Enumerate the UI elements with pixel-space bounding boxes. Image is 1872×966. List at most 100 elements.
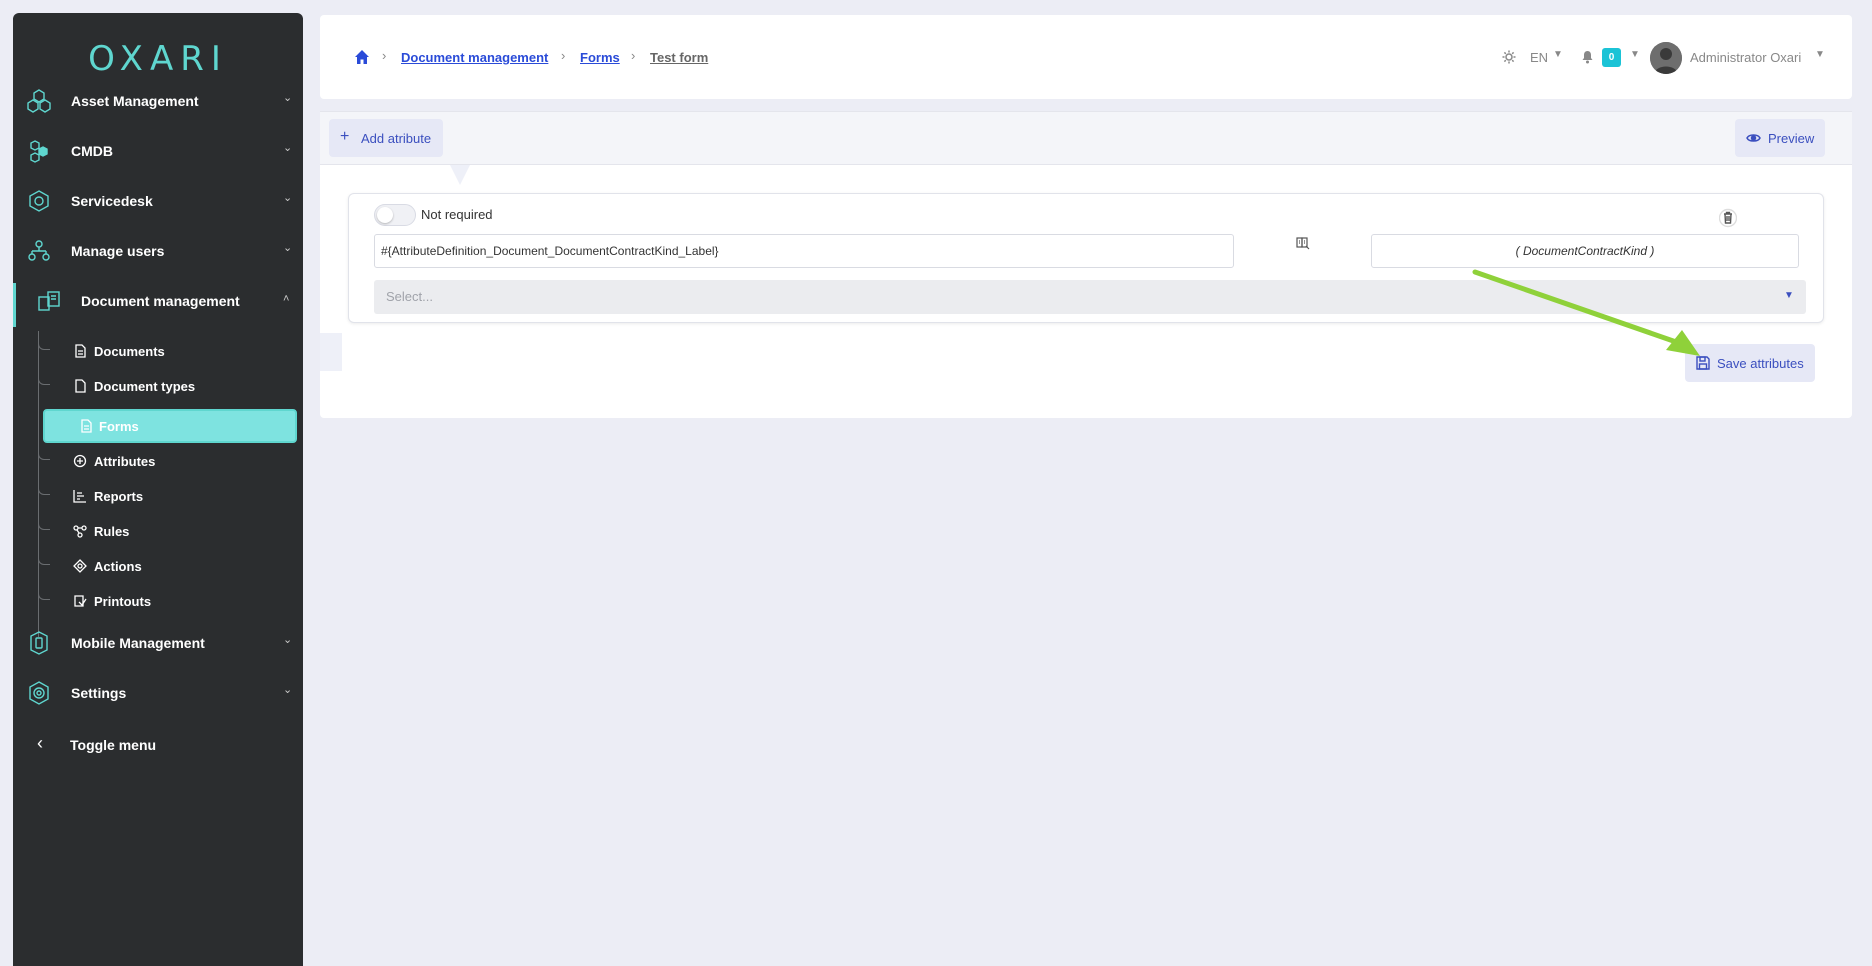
chevron-down-icon: ⌄ bbox=[283, 242, 293, 254]
sidebar-subitem-label: Reports bbox=[94, 489, 144, 504]
attribute-label-input[interactable]: #{AttributeDefinition_Document_DocumentC… bbox=[374, 234, 1234, 268]
sidebar-item-settings[interactable]: Settings ⌄ bbox=[13, 671, 303, 715]
sidebar-subitem-label: Documents bbox=[94, 344, 165, 359]
form-icon bbox=[81, 419, 92, 433]
hexagons-icon bbox=[27, 89, 51, 113]
tree-elbow bbox=[38, 483, 50, 495]
toggle-menu-button[interactable]: ‹ Toggle menu bbox=[13, 722, 303, 766]
settings-gear-icon bbox=[29, 681, 49, 705]
sidebar-subitem-printouts[interactable]: Printouts bbox=[38, 586, 303, 616]
preview-button[interactable]: Preview bbox=[1735, 119, 1825, 157]
actions-icon bbox=[73, 559, 87, 573]
breadcrumb-document-management[interactable]: Document management bbox=[401, 50, 548, 65]
preview-label: Preview bbox=[1768, 131, 1815, 146]
tree-elbow bbox=[38, 448, 50, 460]
chevron-down-icon: ⌄ bbox=[283, 634, 293, 646]
attribute-value-select[interactable]: Select... bbox=[374, 280, 1806, 314]
sidebar-subitem-label: Actions bbox=[94, 559, 142, 574]
document-icon bbox=[75, 344, 86, 358]
home-icon[interactable] bbox=[354, 49, 370, 65]
translation-icon[interactable] bbox=[1296, 236, 1310, 250]
decorative-tab bbox=[450, 165, 470, 185]
sidebar-item-document-management[interactable]: Document management ˄ bbox=[13, 279, 303, 323]
required-label: Not required bbox=[421, 207, 493, 222]
sidebar-subitem-label: Rules bbox=[94, 524, 130, 539]
chevron-down-icon: ⌄ bbox=[283, 92, 293, 104]
caret-down-icon[interactable]: ▼ bbox=[1815, 49, 1825, 60]
avatar[interactable] bbox=[1650, 42, 1682, 74]
rules-icon bbox=[73, 525, 87, 538]
add-attribute-button[interactable]: + Add atribute bbox=[329, 119, 443, 157]
sidebar-item-label: CMDB bbox=[71, 143, 113, 159]
plus-icon: + bbox=[340, 128, 350, 145]
floppy-disk-icon bbox=[1696, 356, 1710, 370]
chevron-down-icon: ⌄ bbox=[283, 192, 293, 204]
documents-icon bbox=[38, 291, 60, 311]
servicedesk-icon bbox=[29, 190, 49, 212]
collapsed-panel-tab bbox=[320, 333, 342, 371]
sidebar-subitem-rules[interactable]: Rules bbox=[38, 516, 303, 546]
document-type-icon bbox=[75, 379, 86, 393]
sidebar-item-manage-users[interactable]: Manage users ⌄ bbox=[13, 229, 303, 273]
sidebar-item-label: Servicedesk bbox=[71, 193, 153, 209]
tree-elbow bbox=[38, 518, 50, 530]
chevron-left-icon: ‹ bbox=[37, 733, 43, 753]
add-attribute-label: Add atribute bbox=[361, 131, 432, 146]
sidebar-item-label: Document management bbox=[81, 293, 240, 309]
tree-elbow bbox=[38, 373, 50, 385]
form-toolbar bbox=[320, 111, 1852, 165]
sidebar-subitem-document-types[interactable]: Document types bbox=[38, 371, 303, 401]
sidebar-subitem-documents[interactable]: Documents bbox=[38, 336, 303, 366]
cmdb-hexagons-icon bbox=[30, 140, 48, 163]
sidebar-item-cmdb[interactable]: CMDB ⌄ bbox=[13, 129, 303, 173]
sidebar: OXARI Asset Management ⌄ CMDB ⌄ Serviced… bbox=[13, 13, 303, 966]
sidebar-item-label: Mobile Management bbox=[71, 635, 205, 651]
trash-icon[interactable] bbox=[1719, 208, 1737, 228]
oxari-logo[interactable]: OXARI bbox=[13, 39, 303, 79]
attributes-icon bbox=[73, 454, 87, 468]
sidebar-subitem-reports[interactable]: Reports bbox=[38, 481, 303, 511]
mobile-icon bbox=[30, 631, 48, 655]
reports-icon bbox=[73, 490, 86, 503]
tree-elbow bbox=[38, 338, 50, 350]
language-selector[interactable]: EN bbox=[1530, 50, 1548, 65]
required-toggle[interactable] bbox=[374, 204, 416, 226]
attribute-card: Not required #{AttributeDefinition_Docum… bbox=[348, 193, 1824, 323]
sidebar-subitem-attributes[interactable]: Attributes bbox=[38, 446, 303, 476]
notification-badge[interactable]: 0 bbox=[1602, 48, 1621, 67]
dropdown-caret-icon[interactable]: ▼ bbox=[1784, 290, 1794, 301]
sidebar-item-mobile-management[interactable]: Mobile Management ⌄ bbox=[13, 621, 303, 665]
caret-down-icon[interactable]: ▼ bbox=[1630, 49, 1640, 60]
sidebar-item-label: Asset Management bbox=[71, 93, 199, 109]
sidebar-subitem-label: Forms bbox=[99, 419, 139, 434]
bell-icon[interactable] bbox=[1581, 50, 1594, 64]
toggle-menu-label: Toggle menu bbox=[70, 737, 157, 753]
caret-down-icon[interactable]: ▼ bbox=[1553, 49, 1563, 60]
tree-elbow bbox=[38, 553, 50, 565]
printouts-icon bbox=[74, 595, 87, 607]
sidebar-item-servicedesk[interactable]: Servicedesk ⌄ bbox=[13, 179, 303, 223]
theme-gear-icon[interactable] bbox=[1502, 50, 1516, 64]
sidebar-subitem-actions[interactable]: Actions bbox=[38, 551, 303, 581]
sidebar-subitem-forms[interactable]: Forms bbox=[43, 409, 303, 443]
user-name[interactable]: Administrator Oxari bbox=[1690, 50, 1801, 65]
tree-elbow bbox=[38, 588, 50, 600]
breadcrumb-separator: › bbox=[561, 48, 566, 63]
chevron-down-icon: ⌄ bbox=[283, 684, 293, 696]
breadcrumb-separator: › bbox=[382, 48, 387, 63]
sidebar-item-label: Settings bbox=[71, 685, 127, 701]
attribute-kind-field[interactable]: ( DocumentContractKind ) bbox=[1371, 234, 1799, 268]
users-tree-icon bbox=[28, 240, 50, 261]
user-avatar-icon bbox=[1650, 42, 1682, 74]
sidebar-item-label: Manage users bbox=[71, 243, 165, 259]
breadcrumb-separator: › bbox=[631, 48, 636, 63]
sidebar-subitem-label: Attributes bbox=[94, 454, 156, 469]
eye-icon bbox=[1746, 134, 1761, 142]
save-attributes-button[interactable]: Save attributes bbox=[1685, 344, 1815, 382]
save-attributes-label: Save attributes bbox=[1717, 356, 1804, 371]
top-header bbox=[320, 15, 1852, 99]
sidebar-subitem-label: Printouts bbox=[94, 594, 152, 609]
breadcrumb-test-form[interactable]: Test form bbox=[650, 50, 708, 65]
sidebar-item-asset-management[interactable]: Asset Management ⌄ bbox=[13, 79, 303, 123]
breadcrumb-forms[interactable]: Forms bbox=[580, 50, 620, 65]
